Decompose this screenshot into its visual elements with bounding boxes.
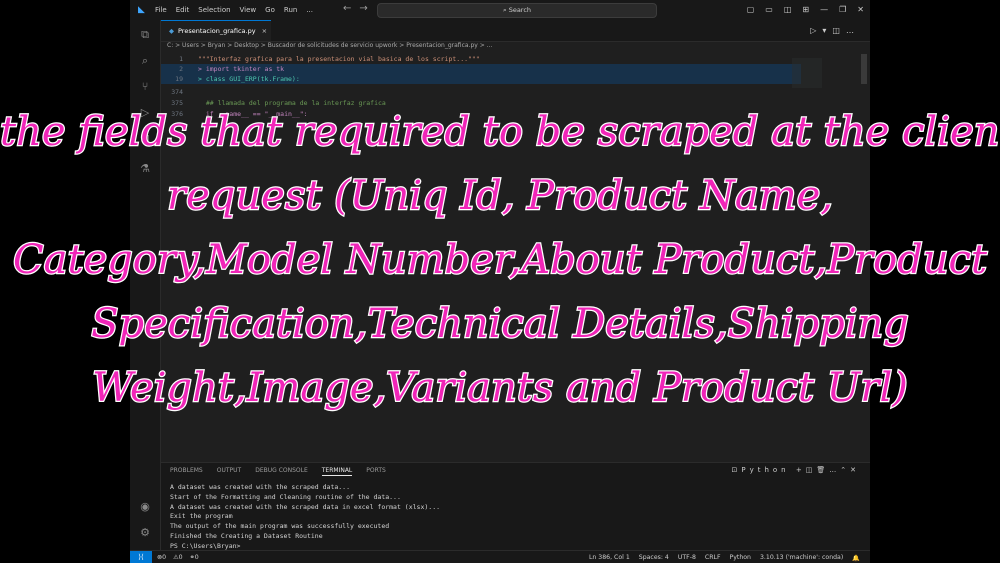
close-icon[interactable]: ✕ xyxy=(857,5,864,14)
line-number: 19 xyxy=(175,75,183,83)
terminal-line: Finished the Creating a Dataset Routine xyxy=(170,531,323,540)
status-right: Ln 386, Col 1 Spaces: 4 UTF-8 CRLF Pytho… xyxy=(589,554,860,562)
python-file-icon: ◆ xyxy=(169,27,174,35)
status-errors[interactable]: ⊗0 xyxy=(157,554,166,561)
panel-toggle-icon[interactable]: ▭ xyxy=(765,5,773,14)
maximize-icon[interactable]: ⌃ xyxy=(840,466,850,474)
tab-output[interactable]: OUTPUT xyxy=(217,467,241,476)
terminal-line: Exit the program xyxy=(170,512,233,521)
line-number: 1 xyxy=(179,55,183,63)
search-icon: ⌕ xyxy=(502,6,507,14)
status-position[interactable]: Ln 386, Col 1 xyxy=(589,554,630,562)
caption-line: Category,Model Number,About Product,Prod… xyxy=(12,236,989,285)
more-icon[interactable]: … xyxy=(829,466,840,474)
terminal-line: The output of the main program was succe… xyxy=(170,522,390,531)
explorer-icon[interactable]: ⧉ xyxy=(138,28,152,42)
new-terminal-icon[interactable]: + xyxy=(796,466,806,474)
close-panel-icon[interactable]: ✕ xyxy=(850,466,860,474)
status-spaces[interactable]: Spaces: 4 xyxy=(639,554,669,562)
status-left: ⊗0 ⚠0 ⚭0 xyxy=(157,554,199,561)
panel-actions: ⊡Python +◫🗑…⌃✕ xyxy=(731,466,860,474)
editor-scrollbar[interactable] xyxy=(861,54,867,84)
terminal-line: A dataset was created with the scraped d… xyxy=(170,502,441,511)
tab-label: Presentacion_grafica.py xyxy=(178,27,256,35)
caption-overlay: the fields that required to be scraped a… xyxy=(0,100,1000,420)
menu-run[interactable]: Run xyxy=(284,6,297,14)
menu-more[interactable]: ... xyxy=(306,6,313,14)
menu-file[interactable]: File xyxy=(155,6,167,14)
status-eol[interactable]: CRLF xyxy=(705,554,721,562)
minimap[interactable] xyxy=(792,58,822,88)
command-search[interactable]: ⌕ Search xyxy=(377,3,657,18)
code-line: 374 xyxy=(161,87,801,97)
code-text: > import tkinter as tk xyxy=(198,65,285,73)
menu-view[interactable]: View xyxy=(240,6,257,14)
code-text: """Interfaz grafica para la presentacion… xyxy=(198,55,480,63)
code-line: 19 > class GUI_ERP(tk.Frame): xyxy=(161,74,801,84)
status-interpreter[interactable]: 3.10.13 ('machine': conda) xyxy=(760,554,843,562)
remote-indicator-icon[interactable]: ⟩⟨ xyxy=(130,551,152,563)
notifications-icon[interactable]: 🔔 xyxy=(852,554,860,562)
terminal-icon: ⊡ xyxy=(731,466,742,474)
menu-edit[interactable]: Edit xyxy=(176,6,190,14)
editor-tabs: ◆ Presentacion_grafica.py × ▷▾◫… xyxy=(161,20,870,42)
tab-close-icon[interactable]: × xyxy=(262,27,267,35)
panel-tabs: PROBLEMS OUTPUT DEBUG CONSOLE TERMINAL P… xyxy=(170,467,386,476)
trash-icon[interactable]: 🗑 xyxy=(816,466,829,474)
breadcrumb[interactable]: C: > Users > Bryan > Desktop > Buscador … xyxy=(167,42,492,54)
terminal-line: A dataset was created with the scraped d… xyxy=(170,483,351,491)
layout-icon[interactable]: ▢ xyxy=(747,5,755,14)
status-encoding[interactable]: UTF-8 xyxy=(678,554,696,562)
account-icon[interactable]: ◉ xyxy=(138,500,152,514)
split-icon[interactable]: ◫ xyxy=(806,466,817,474)
caption-line: Weight,Image,Variants and Product Url) xyxy=(91,364,909,413)
menu-go[interactable]: Go xyxy=(265,6,275,14)
customize-layout-icon[interactable]: ⊞ xyxy=(802,5,809,14)
code-text: > class GUI_ERP(tk.Frame): xyxy=(198,75,300,83)
vscode-logo-icon: ◣ xyxy=(138,5,145,15)
editor-actions[interactable]: ▷▾◫… xyxy=(810,26,860,35)
shell-label[interactable]: Python xyxy=(741,466,789,474)
restore-icon[interactable]: ❐ xyxy=(839,5,846,14)
tab-ports[interactable]: PORTS xyxy=(366,467,386,476)
menu-selection[interactable]: Selection xyxy=(198,6,230,14)
tab-presentacion-grafica[interactable]: ◆ Presentacion_grafica.py × xyxy=(161,20,271,41)
source-control-icon[interactable]: ⑂ xyxy=(138,80,152,94)
status-warnings[interactable]: ⚠0 xyxy=(173,554,182,561)
tab-debug-console[interactable]: DEBUG CONSOLE xyxy=(255,467,308,476)
code-line: 1 """Interfaz grafica para la presentaci… xyxy=(161,54,801,64)
search-label: Search xyxy=(508,6,532,14)
status-bar: ⟩⟨ ⊗0 ⚠0 ⚭0 Ln 386, Col 1 Spaces: 4 UTF-… xyxy=(130,550,870,563)
status-language[interactable]: Python xyxy=(730,554,751,562)
menu-bar: File Edit Selection View Go Run ... xyxy=(155,6,313,14)
title-bar: ◣ File Edit Selection View Go Run ... ←→… xyxy=(130,0,870,20)
tab-problems[interactable]: PROBLEMS xyxy=(170,467,203,476)
caption-line: Specification,Technical Details,Shipping xyxy=(90,300,910,349)
terminal-line: Start of the Formatting and Cleaning rou… xyxy=(170,492,401,501)
caption-line: request (Uniq Id, Product Name, xyxy=(166,172,835,221)
bottom-panel: PROBLEMS OUTPUT DEBUG CONSOLE TERMINAL P… xyxy=(161,462,870,551)
window-controls: ▢ ▭ ◫ ⊞ — ❐ ✕ xyxy=(747,5,864,14)
line-number: 374 xyxy=(171,88,183,96)
settings-gear-icon[interactable]: ⚙ xyxy=(138,526,152,540)
tab-terminal[interactable]: TERMINAL xyxy=(321,467,353,476)
caption-line: the fields that required to be scraped a… xyxy=(0,108,1000,157)
secondary-sidebar-icon[interactable]: ◫ xyxy=(784,5,792,14)
line-number: 2 xyxy=(179,65,183,73)
code-line: 2 > import tkinter as tk xyxy=(161,64,801,74)
status-ports[interactable]: ⚭0 xyxy=(190,554,199,561)
nav-arrows[interactable]: ←→ xyxy=(343,3,376,14)
terminal-output[interactable]: A dataset was created with the scraped d… xyxy=(170,483,440,552)
minimize-icon[interactable]: — xyxy=(820,5,828,14)
search-view-icon[interactable]: ⌕ xyxy=(138,54,152,68)
